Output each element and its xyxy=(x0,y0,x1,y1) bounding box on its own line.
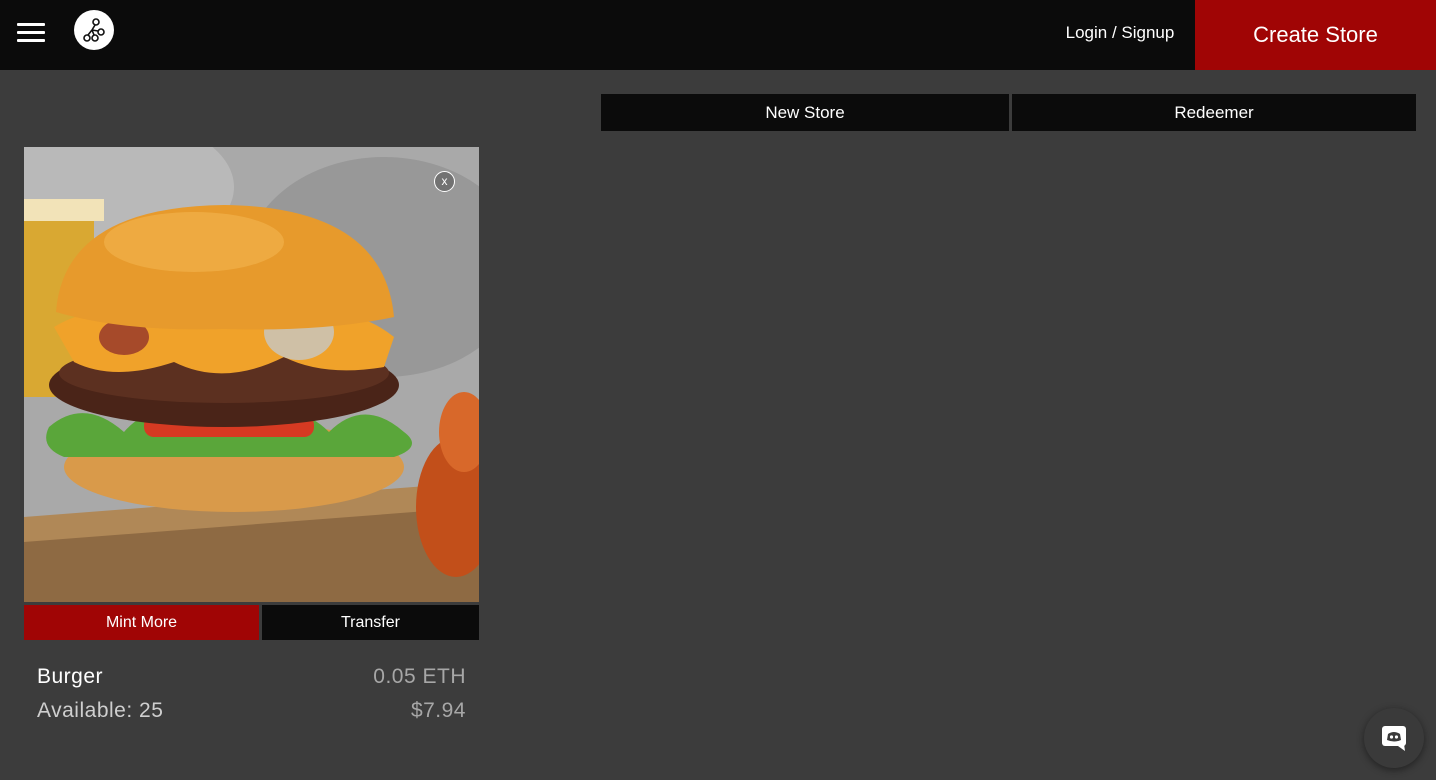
new-store-button[interactable]: New Store xyxy=(601,94,1009,131)
top-navigation-bar: Login / Signup Create Store xyxy=(0,0,1436,70)
mint-more-button[interactable]: Mint More xyxy=(24,605,259,640)
discord-chat-button[interactable] xyxy=(1364,708,1424,768)
discord-icon xyxy=(1382,726,1406,751)
item-available-count: Available: 25 xyxy=(37,699,164,722)
product-card: x Mint More Transfer Burger Available: 2… xyxy=(24,147,479,722)
item-name: Burger xyxy=(37,665,104,688)
card-info: Burger Available: 25 0.05 ETH $7.94 xyxy=(37,665,466,735)
transfer-button[interactable]: Transfer xyxy=(262,605,479,640)
burger-image: x xyxy=(24,147,479,602)
remove-card-button[interactable]: x xyxy=(434,171,455,192)
item-price-eth: 0.05 ETH xyxy=(373,665,466,688)
item-price-usd: $7.94 xyxy=(410,699,466,722)
login-signup-link[interactable]: Login / Signup xyxy=(1060,20,1180,46)
network-nodes-logo-icon[interactable] xyxy=(74,10,114,50)
card-actions: Mint More Transfer xyxy=(24,605,479,640)
hamburger-menu-icon[interactable] xyxy=(17,23,45,43)
redeemer-button[interactable]: Redeemer xyxy=(1012,94,1416,131)
create-store-button[interactable]: Create Store xyxy=(1195,0,1436,70)
